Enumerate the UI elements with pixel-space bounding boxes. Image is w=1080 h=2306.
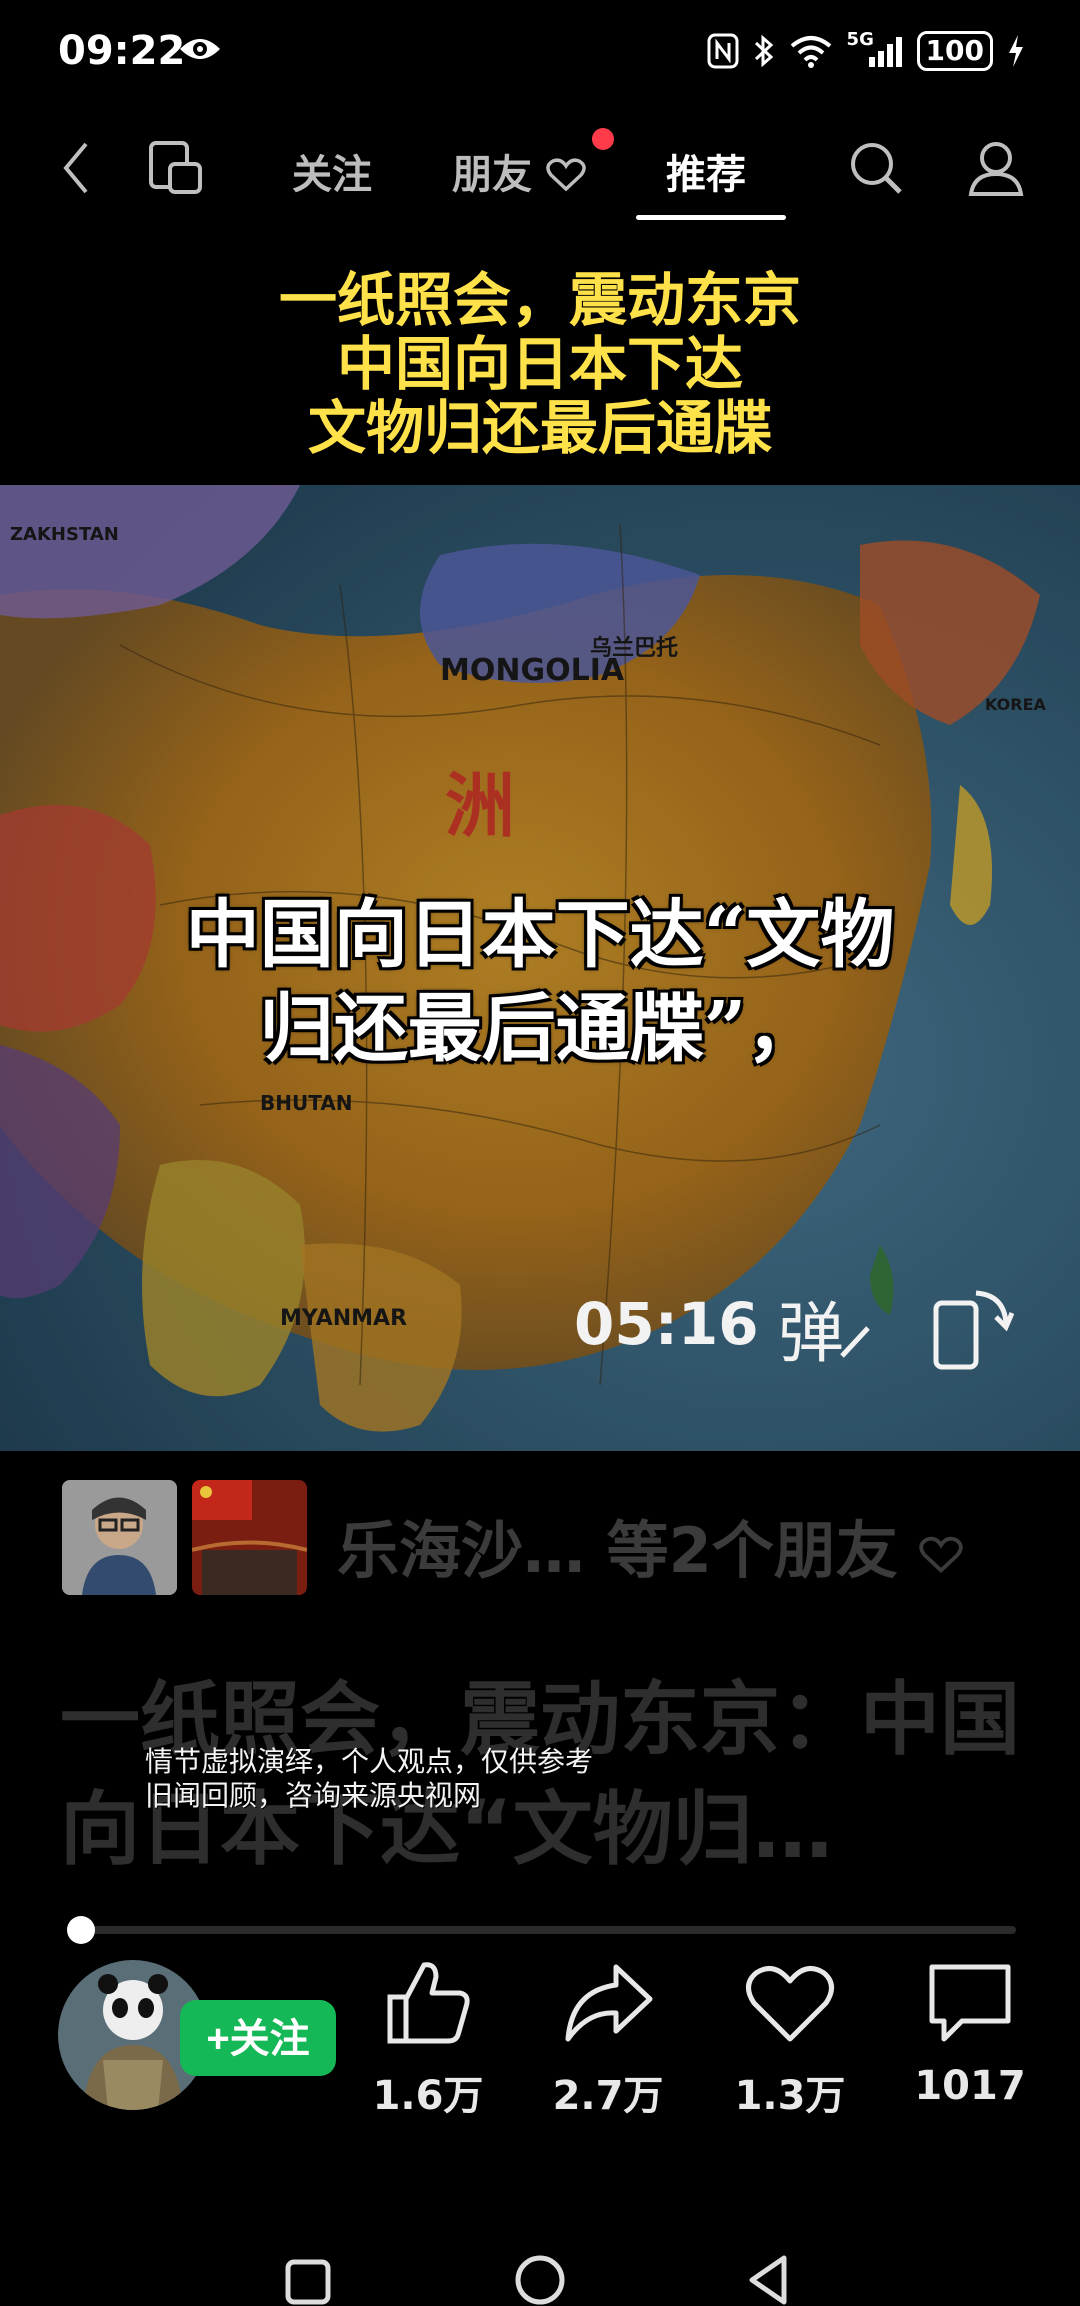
share-button[interactable]: 2.7万 [538,1955,678,2121]
friends-text: 乐海沙… 等2个朋友 [337,1500,964,1590]
headline-line: 一纸照会，震动东京 [278,266,801,334]
favorite-count: 1.3万 [734,2073,846,2119]
friends-label: 乐海沙… 等2个朋友 [337,1514,898,1587]
wifi-icon [790,36,831,68]
notification-dot [592,128,614,150]
heart-icon [546,158,586,192]
disclaimer-line: 旧闻回顾，咨询来源央视网 [145,1779,482,1812]
nav-back-icon[interactable] [744,2254,792,2306]
eye-icon [180,39,220,59]
recents-icon[interactable] [284,2258,332,2306]
friend-avatar [192,1480,307,1595]
pen-icon [840,1326,870,1358]
share-count: 2.7万 [552,2073,664,2119]
friends-row[interactable]: 乐海沙… 等2个朋友 [62,1480,1042,1595]
nfc-icon [707,33,739,69]
subtitle-line: 归还最后通牒”， [259,986,821,1072]
video-subtitle: 中国向日本下达“文物 归还最后通牒”， [0,888,1080,1076]
tab-recommend[interactable]: 推荐 [666,142,746,200]
bluetooth-icon [754,34,773,68]
tab-following[interactable]: 关注 [292,142,372,200]
headline-line: 文物归还最后通牒 [307,394,772,462]
favorite-button[interactable]: 1.3万 [720,1955,860,2121]
disclaimer-line: 情节虚拟演绎，个人观点，仅供参考 [145,1745,594,1778]
status-bar: 09:22 5G 100 [0,0,1080,105]
charging-icon [1009,35,1023,67]
multiscreen-icon[interactable] [148,140,204,196]
video-duration: 05:16 [574,1290,759,1358]
share-icon [565,1964,653,2042]
progress-knob[interactable] [67,1916,96,1944]
tab-friends[interactable]: 朋友 [452,142,586,200]
favorite-icon [746,1966,834,2042]
video-headline: 一纸照会，震动东京 中国向日本下达 文物归还最后通牒 [0,268,1080,460]
comment-icon [929,1964,1011,2042]
battery-icon: 100 [916,31,993,71]
profile-icon[interactable] [968,138,1024,198]
status-icons: 5G 100 [707,29,1025,72]
like-button[interactable]: 1.6万 [358,1955,498,2121]
network-type: 5G [846,29,874,50]
disclaimer: 情节虚拟演绎，个人观点，仅供参考 旧闻回顾，咨询来源央视网 [145,1745,593,1813]
headline-line: 中国向日本下达 [336,330,743,398]
back-icon[interactable] [58,138,94,198]
tab-friends-label: 朋友 [452,152,532,198]
rotate-icon[interactable] [930,1283,1014,1373]
comment-button[interactable]: 1017 [900,1955,1040,2109]
heart-icon [919,1536,964,1574]
search-icon[interactable] [848,140,904,196]
signal-icon: 5G [847,29,903,69]
progress-bar[interactable] [67,1916,1016,1944]
danmu-label: 弹 [778,1295,844,1372]
like-count: 1.6万 [372,2073,484,2119]
danmu-button[interactable]: 弹 [778,1280,874,1376]
friend-avatar [62,1480,177,1595]
status-time: 09:22 [58,28,186,74]
top-nav: 关注 朋友 推荐 [0,118,1080,228]
like-icon [387,1962,470,2044]
subtitle-line: 中国向日本下达“文物 [185,892,895,978]
comment-count: 1017 [914,2063,1026,2109]
active-tab-indicator [636,215,786,220]
home-icon[interactable] [514,2254,566,2306]
system-nav-bar [0,2240,1080,2305]
follow-button[interactable]: +关注 [180,2000,336,2076]
